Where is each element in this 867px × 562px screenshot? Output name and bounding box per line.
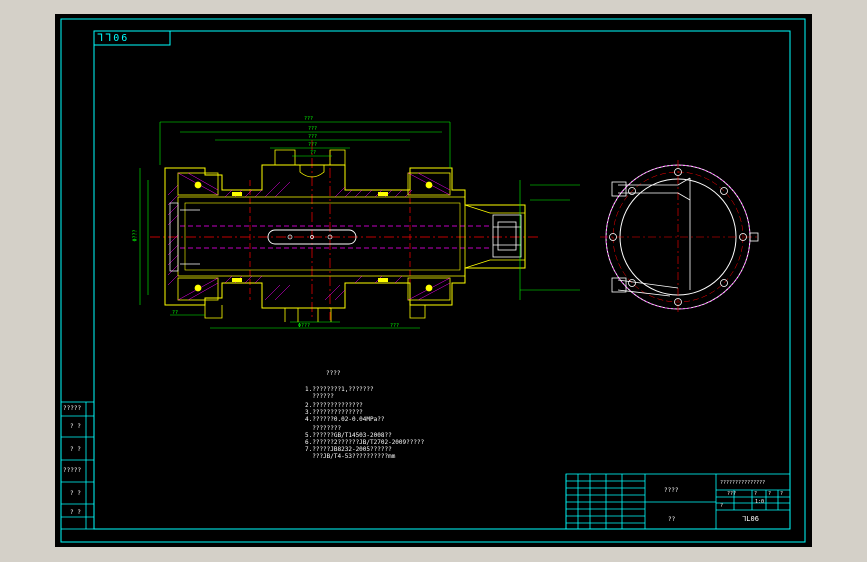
note-line: 4.??????0.02-0.04MPa?? [305,416,385,423]
drawing-sheet [55,14,812,547]
note-line: 7.?????JB8232-2005?????? [305,446,392,453]
title-grid-label: ? [780,491,784,497]
title-placeholder: ???? [664,487,679,494]
drawing-number: ᒣL06 [742,515,759,523]
side-label: ? ? [70,509,81,516]
dim-label-top: ??? [308,134,318,140]
note-line: 3.?????????????? [305,409,363,416]
note-line: ?????? [305,393,334,400]
dim-label-top: ??? [304,116,314,122]
note-line: ???JB/T4-53??????????mm [305,453,396,460]
dim-label-bottom: Φ??? [298,323,311,329]
title-right-header: ??????????????? [720,480,766,486]
dim-label-top: ??? [308,126,318,132]
cad-drawing [55,14,812,547]
title-grid-label: ? [720,503,724,509]
dim-label-bottom: ??? [390,323,400,329]
note-line: 6.??????2??????JB/T2702-2009????? [305,439,425,446]
dim-label-top: ?? [310,150,317,156]
title-grid-label: ??? [727,491,737,497]
side-label: ? ? [70,446,81,453]
title-scale: 1:0 [755,499,765,505]
side-label: ????? [63,405,82,412]
side-label: ????? [63,467,82,474]
notes-list: 1.????????1,??????? ?????? 2.???????????… [305,386,424,460]
note-line: 1.????????1,??????? [305,386,374,393]
title-sub-placeholder: ?? [668,516,676,523]
dim-label-bottom: ?? [172,310,179,316]
note-line: 2.?????????????? [305,402,363,409]
side-label: ? ? [70,423,81,430]
note-line: ???????? [305,425,342,432]
dim-label-left: Φ??? [132,229,139,242]
note-line: 5.??????GB/T14503-2008?? [305,432,392,439]
notes-heading: ???? [326,370,341,377]
title-grid-label: ? [768,491,772,497]
side-label: ? ? [70,490,81,497]
title-grid-label: ? [754,491,758,497]
dim-label-top: ??? [308,142,318,148]
corner-code: ᒣᒣ06 [97,33,130,44]
